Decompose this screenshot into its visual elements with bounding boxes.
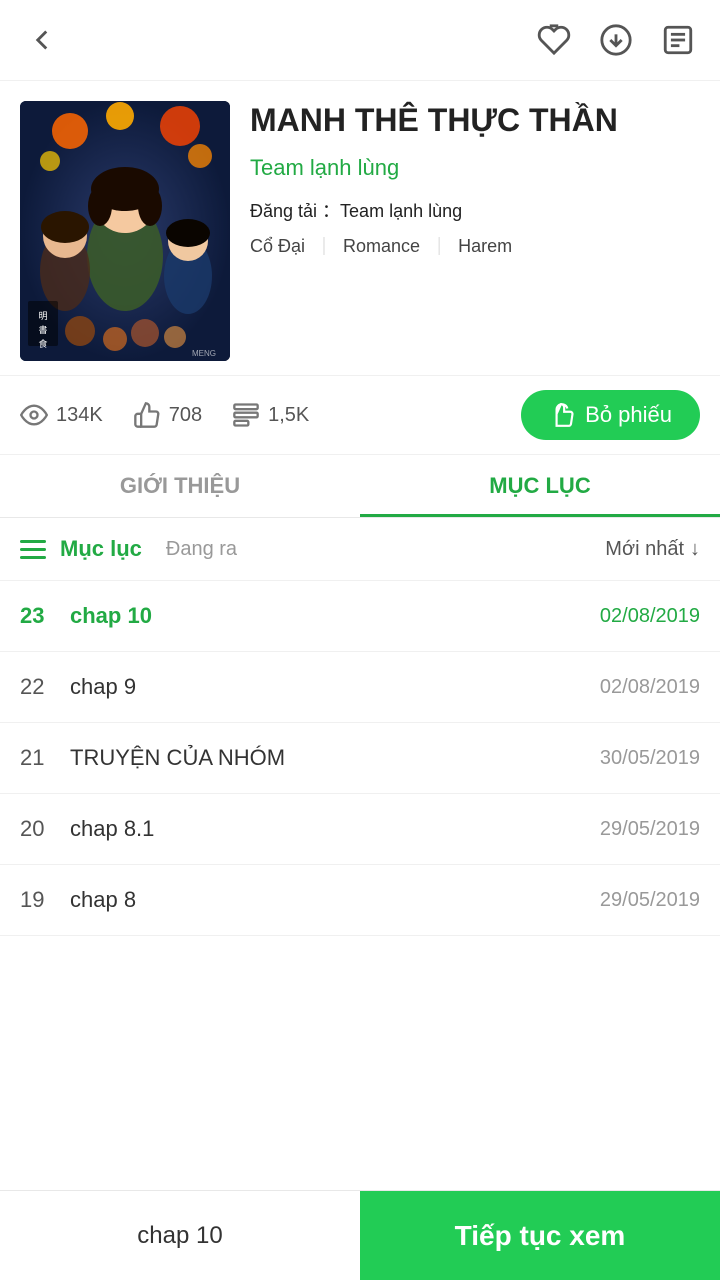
book-info: 明 書 食 MENG 01 MANH THÊ THỰC THẦN Team lạ… bbox=[0, 81, 720, 375]
book-tags: Cổ Đại ｜ Romance ｜ Harem bbox=[250, 233, 700, 259]
download-button[interactable] bbox=[594, 18, 638, 62]
chapter-name: chap 8.1 bbox=[70, 816, 600, 842]
chapter-item[interactable]: 22 chap 9 02/08/2019 bbox=[0, 652, 720, 723]
svg-text:MENG: MENG bbox=[192, 349, 216, 358]
uploader-value: Team lạnh lùng bbox=[340, 201, 462, 221]
continue-reading-button[interactable]: Tiếp tục xem bbox=[360, 1191, 720, 1280]
chapters-icon bbox=[232, 401, 260, 429]
chapter-count-value: 1,5K bbox=[268, 404, 309, 427]
tab-toc-label: MỤC LỤC bbox=[489, 473, 590, 498]
chapter-num: 21 bbox=[20, 745, 70, 771]
chapter-date: 29/05/2019 bbox=[600, 889, 700, 912]
chapter-name: chap 10 bbox=[70, 603, 600, 629]
chapter-status-label: Đang ra bbox=[166, 538, 237, 561]
chapter-num: 23 bbox=[20, 603, 70, 629]
view-count: 134K bbox=[20, 401, 103, 429]
chapter-count: 1,5K bbox=[232, 401, 309, 429]
book-title: MANH THÊ THỰC THẦN bbox=[250, 101, 700, 139]
chapter-date: 30/05/2019 bbox=[600, 747, 700, 770]
chapter-sort[interactable]: Mới nhất ↓ bbox=[605, 538, 700, 561]
chapter-date: 02/08/2019 bbox=[600, 605, 700, 628]
tag-romance[interactable]: Romance bbox=[343, 236, 420, 257]
chapter-date: 02/08/2019 bbox=[600, 676, 700, 699]
chapter-name: chap 8 bbox=[70, 887, 600, 913]
tag-harem[interactable]: Harem bbox=[458, 236, 512, 257]
bottom-bar: chap 10 Tiếp tục xem bbox=[0, 1190, 720, 1280]
tag-sep-2: ｜ bbox=[430, 233, 448, 259]
chapter-list-header: Mục lục Đang ra Mới nhất ↓ bbox=[0, 518, 720, 581]
tabs: GIỚI THIỆU MỤC LỤC bbox=[0, 455, 720, 518]
like-count-value: 708 bbox=[169, 404, 202, 427]
chapter-filter-left: Mục lục Đang ra bbox=[20, 536, 237, 562]
tab-toc[interactable]: MỤC LỤC bbox=[360, 455, 720, 517]
chapter-item[interactable]: 19 chap 8 29/05/2019 bbox=[0, 865, 720, 936]
tag-co-dai[interactable]: Cổ Đại bbox=[250, 236, 305, 257]
chapter-num: 19 bbox=[20, 887, 70, 913]
book-author[interactable]: Team lạnh lùng bbox=[250, 155, 700, 181]
chapter-item[interactable]: 21 TRUYỆN CỦA NHÓM 30/05/2019 bbox=[0, 723, 720, 794]
header bbox=[0, 0, 720, 81]
svg-text:食: 食 bbox=[38, 338, 47, 349]
vote-icon bbox=[549, 402, 575, 428]
tab-intro[interactable]: GIỚI THIỆU bbox=[0, 455, 360, 517]
eye-icon bbox=[20, 401, 48, 429]
back-button[interactable] bbox=[20, 18, 64, 62]
chapter-num: 22 bbox=[20, 674, 70, 700]
stats-row: 134K 708 1,5K Bỏ phiếu bbox=[0, 375, 720, 455]
like-count: 708 bbox=[133, 401, 202, 429]
book-uploader-row: Đăng tải ：Team lạnh lùng bbox=[250, 197, 700, 223]
chapter-item[interactable]: 20 chap 8.1 29/05/2019 bbox=[0, 794, 720, 865]
hamburger-icon bbox=[20, 540, 46, 559]
view-count-value: 134K bbox=[56, 404, 103, 427]
chapter-num: 20 bbox=[20, 816, 70, 842]
sort-direction-icon: ↓ bbox=[690, 538, 700, 561]
chapter-name: chap 9 bbox=[70, 674, 600, 700]
book-meta: MANH THÊ THỰC THẦN Team lạnh lùng Đăng t… bbox=[250, 101, 700, 361]
thumbs-up-icon bbox=[133, 401, 161, 429]
svg-text:書: 書 bbox=[38, 324, 47, 335]
vote-label: Bỏ phiếu bbox=[585, 402, 672, 428]
chapter-sort-label: Mới nhất bbox=[605, 538, 684, 561]
chapter-name: TRUYỆN CỦA NHÓM bbox=[70, 745, 600, 771]
svg-text:明: 明 bbox=[38, 311, 47, 321]
chapter-list-label[interactable]: Mục lục bbox=[60, 536, 142, 562]
tab-intro-label: GIỚI THIỆU bbox=[120, 473, 240, 498]
edit-button[interactable] bbox=[656, 18, 700, 62]
book-cover: 明 書 食 MENG 01 bbox=[20, 101, 230, 361]
header-actions bbox=[532, 18, 700, 62]
uploader-label: Đăng tải ： bbox=[250, 201, 340, 221]
vote-button[interactable]: Bỏ phiếu bbox=[521, 390, 700, 440]
favorite-button[interactable] bbox=[532, 18, 576, 62]
chapter-list: 23 chap 10 02/08/2019 22 chap 9 02/08/20… bbox=[0, 581, 720, 936]
chapter-date: 29/05/2019 bbox=[600, 818, 700, 841]
current-chapter-label: chap 10 bbox=[0, 1191, 360, 1280]
chapter-item[interactable]: 23 chap 10 02/08/2019 bbox=[0, 581, 720, 652]
tag-sep-1: ｜ bbox=[315, 233, 333, 259]
